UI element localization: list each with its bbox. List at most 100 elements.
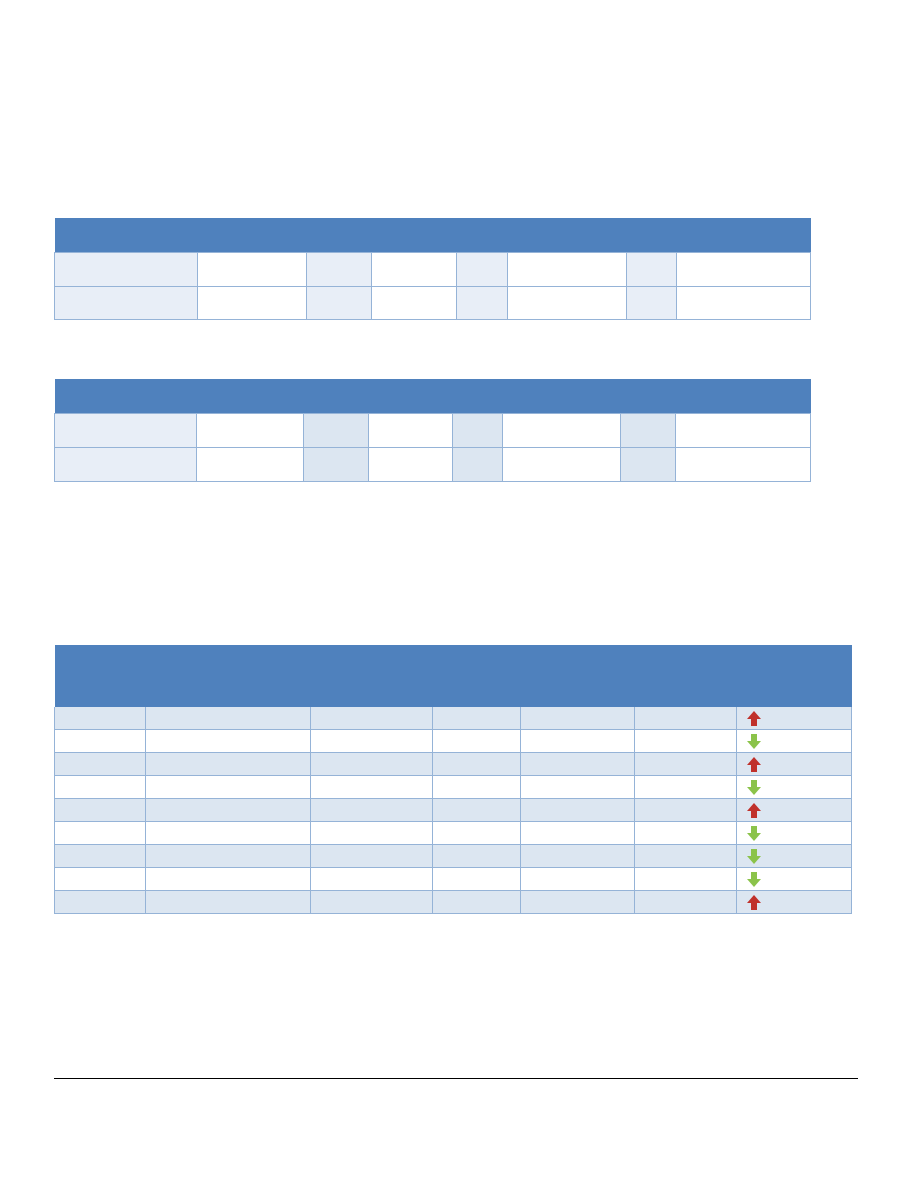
value-cell (676, 252, 811, 287)
table-cell (520, 729, 635, 753)
table-header-row (54, 218, 811, 253)
arrow-down-icon (747, 849, 761, 864)
row-label-cell (54, 286, 198, 320)
trend-table (54, 645, 852, 914)
value-cell (197, 286, 307, 320)
table-cell (520, 752, 635, 776)
table-cell (432, 752, 521, 776)
table-cell (145, 707, 311, 730)
header-cell (432, 645, 521, 707)
table-row (54, 447, 811, 482)
value-cell (197, 252, 307, 287)
table-row (54, 252, 811, 287)
table-cell (54, 729, 146, 753)
table-row (54, 798, 852, 822)
table-cell (145, 752, 311, 776)
table-cell (54, 844, 146, 868)
label-cell (306, 286, 372, 320)
value-cell (675, 413, 811, 448)
table-cell (54, 867, 146, 891)
table-cell (310, 775, 433, 799)
header-cell (54, 379, 811, 414)
arrow-down-icon (747, 780, 761, 795)
value-cell (196, 413, 304, 448)
table-cell (634, 798, 737, 822)
table-cell (634, 775, 737, 799)
table-cell (54, 775, 146, 799)
table-cell (520, 890, 635, 914)
table-cell (432, 729, 521, 753)
table-cell (520, 844, 635, 868)
label-cell (626, 252, 677, 287)
value-cell (368, 447, 453, 482)
table-cell (54, 890, 146, 914)
trend-cell (736, 844, 852, 868)
label-cell (620, 413, 676, 448)
table-row (54, 775, 852, 799)
arrow-down-icon (747, 826, 761, 841)
table-cell (634, 707, 737, 730)
table-cell (634, 752, 737, 776)
table-cell (520, 775, 635, 799)
table-header-row (54, 379, 811, 414)
summary-table-1 (54, 218, 811, 320)
label-cell (456, 286, 508, 320)
table-cell (145, 798, 311, 822)
row-label-cell (54, 447, 197, 482)
trend-cell (736, 890, 852, 914)
table-cell (432, 775, 521, 799)
table-cell (432, 867, 521, 891)
label-cell (303, 447, 369, 482)
value-cell (676, 286, 811, 320)
value-cell (371, 286, 457, 320)
table-row (54, 821, 852, 845)
table-row (54, 286, 811, 320)
arrow-up-icon (747, 803, 761, 818)
table-cell (310, 752, 433, 776)
arrow-up-icon (747, 895, 761, 910)
label-cell (620, 447, 676, 482)
value-cell (502, 447, 621, 482)
trend-cell (736, 775, 852, 799)
arrow-up-icon (747, 757, 761, 772)
table-cell (634, 729, 737, 753)
value-cell (507, 286, 627, 320)
header-cell (634, 645, 737, 707)
trend-cell (736, 821, 852, 845)
header-cell (54, 218, 811, 253)
label-cell (626, 286, 677, 320)
table-cell (634, 890, 737, 914)
value-cell (675, 447, 811, 482)
value-cell (371, 252, 457, 287)
header-cell (310, 645, 433, 707)
table-cell (310, 890, 433, 914)
table-row (54, 707, 852, 730)
table-cell (520, 821, 635, 845)
table-cell (54, 707, 146, 730)
label-cell (452, 413, 503, 448)
arrow-down-icon (747, 734, 761, 749)
table-cell (310, 707, 433, 730)
summary-table-2 (54, 379, 811, 482)
trend-cell (736, 752, 852, 776)
table-row (54, 867, 852, 891)
header-cell (520, 645, 635, 707)
header-cell (145, 645, 311, 707)
table-cell (520, 707, 635, 730)
row-label-cell (54, 252, 198, 287)
label-cell (452, 447, 503, 482)
table-cell (145, 867, 311, 891)
value-cell (196, 447, 304, 482)
table-cell (310, 867, 433, 891)
table-cell (145, 775, 311, 799)
arrow-down-icon (747, 872, 761, 887)
table-row (54, 844, 852, 868)
table-header-row (54, 645, 852, 707)
table-cell (145, 890, 311, 914)
table-cell (634, 844, 737, 868)
label-cell (456, 252, 508, 287)
table-row (54, 752, 852, 776)
table-cell (145, 844, 311, 868)
value-cell (368, 413, 453, 448)
table-row (54, 413, 811, 448)
